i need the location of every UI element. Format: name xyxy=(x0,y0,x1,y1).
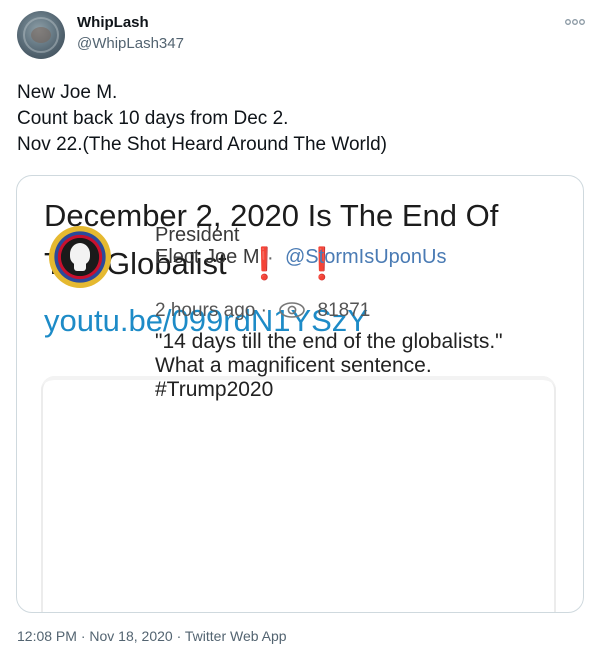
author-handle[interactable]: @WhipLash347 xyxy=(77,35,184,52)
author-avatar[interactable] xyxy=(17,11,65,59)
embedded-post-handle: @StormIsUponUs xyxy=(285,246,447,268)
image-headline: December 2, 2020 Is The End Of The Globa… xyxy=(44,192,564,288)
embedded-post-meta: 2 hours ago · 81871 xyxy=(155,300,370,322)
embedded-post-time: 2 hours ago xyxy=(155,300,256,321)
more-dots-icon xyxy=(565,19,585,25)
tweet-card: WhipLash @WhipLash347 New Joe M. Count b… xyxy=(0,0,598,654)
embedded-post-author: President Elect Joe M xyxy=(155,224,260,268)
tweet-meta: 12:08 PM · Nov 18, 2020 · Twitter Web Ap… xyxy=(17,628,287,644)
embedded-post-card xyxy=(41,376,556,612)
avatar-spot-decoration xyxy=(31,27,51,43)
embedded-post-meta-separator: · xyxy=(260,300,267,321)
meta-separator: · xyxy=(172,628,185,644)
tweet-text: New Joe M. Count back 10 days from Dec 2… xyxy=(17,80,582,158)
more-options-button[interactable] xyxy=(564,14,586,30)
embedded-post-separator: · xyxy=(267,247,274,269)
tweet-date[interactable]: Nov 18, 2020 xyxy=(89,628,172,644)
author-name[interactable]: WhipLash xyxy=(77,14,149,31)
embedded-post-text: "14 days till the end of the globalists.… xyxy=(155,330,503,401)
eye-icon xyxy=(279,302,306,318)
image-headline-line1: December 2, 2020 Is The End Of xyxy=(44,198,499,233)
skull-badge-icon xyxy=(49,226,111,288)
skull-icon xyxy=(70,243,90,271)
meta-separator: · xyxy=(76,628,90,644)
embedded-post-views: 81871 xyxy=(317,300,371,321)
tweet-source[interactable]: Twitter Web App xyxy=(185,628,287,644)
tweet-text-line: Nov 22.(The Shot Heard Around The World) xyxy=(17,134,387,155)
tweet-text-line: Count back 10 days from Dec 2. xyxy=(17,108,289,129)
tweet-timestamp[interactable]: 12:08 PM xyxy=(17,628,77,644)
tweet-text-line: New Joe M. xyxy=(17,82,118,103)
